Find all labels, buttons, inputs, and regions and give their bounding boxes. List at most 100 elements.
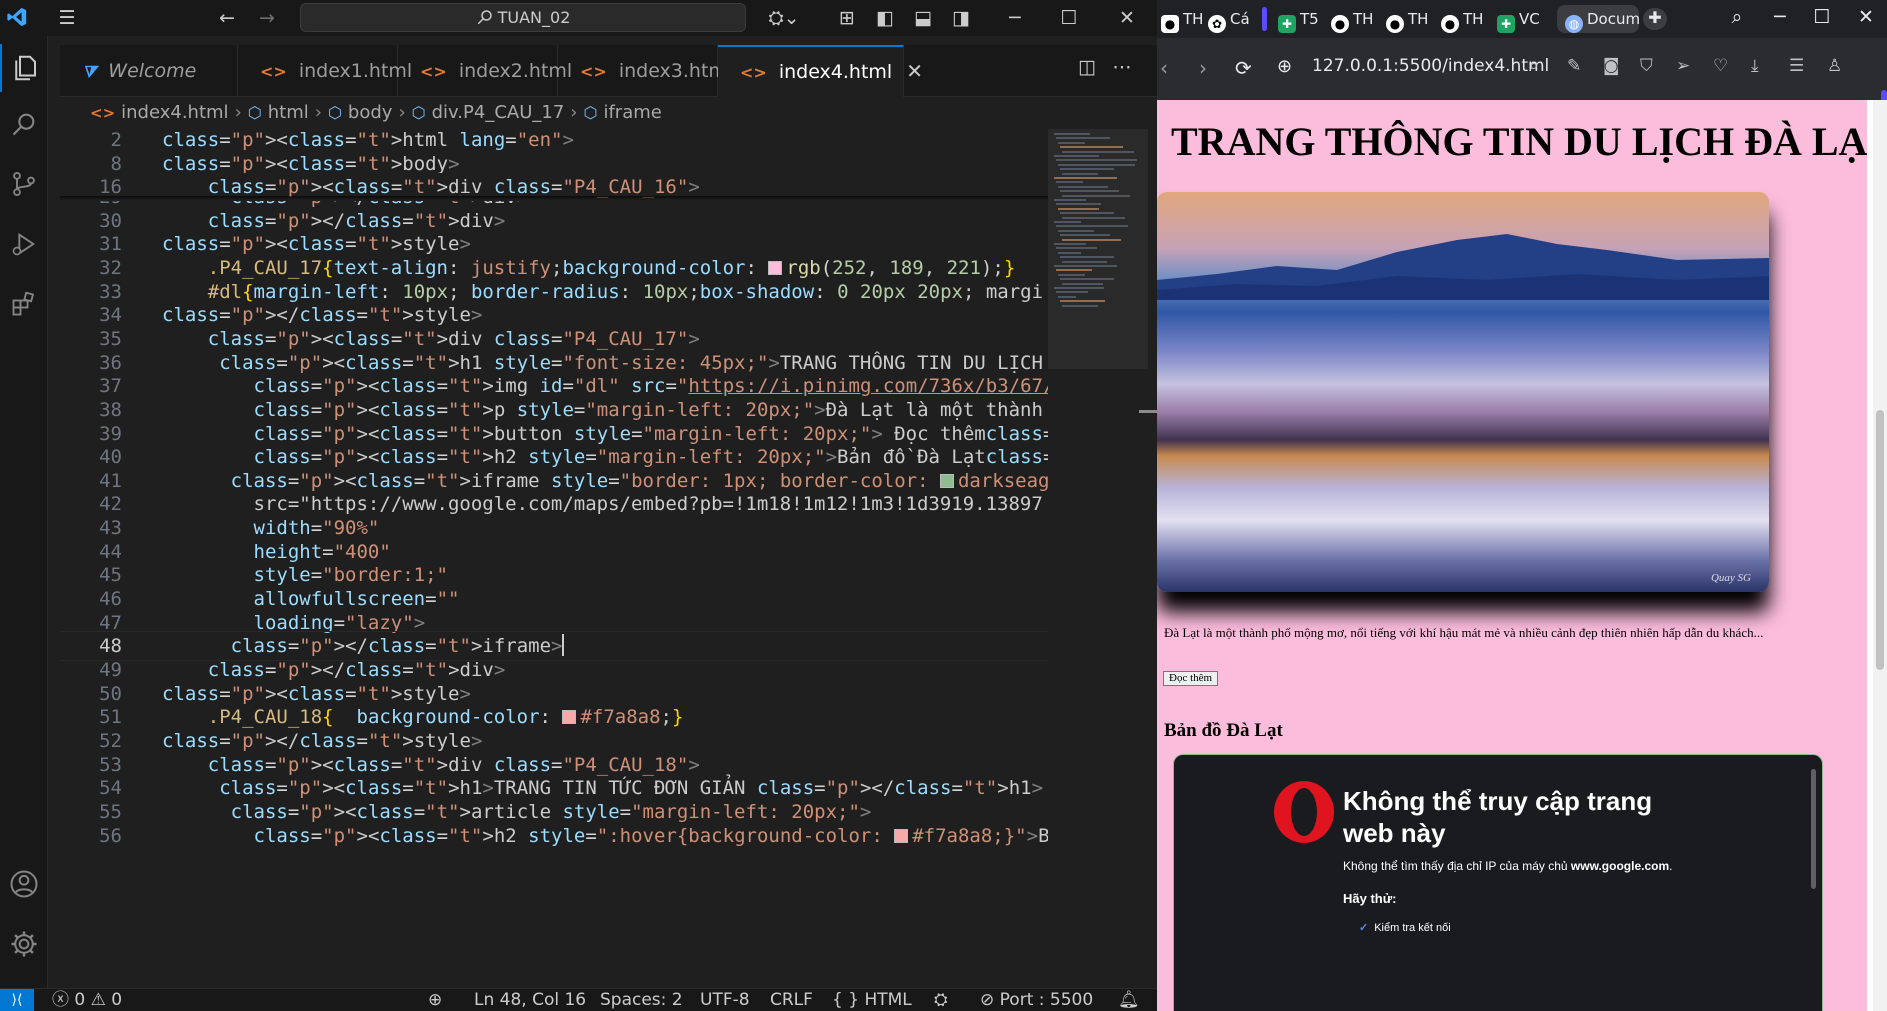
search-icon[interactable]: ⌕ bbox=[1529, 56, 1539, 76]
iframe-scrollbar[interactable] bbox=[1811, 769, 1816, 889]
tab-index4[interactable]: <> index4.html ✕ bbox=[718, 45, 923, 97]
url-field[interactable]: 127.0.0.1:5500/index4.html bbox=[1312, 56, 1549, 76]
cursor-position[interactable]: Ln 48, Col 16 bbox=[474, 989, 586, 1011]
tab-index2[interactable]: <> index2.html bbox=[398, 45, 572, 97]
profile-icon[interactable]: ♙ bbox=[1827, 56, 1842, 76]
tab-index3[interactable]: <> index3.html bbox=[558, 45, 732, 97]
read-more-button[interactable]: Đọc thêm bbox=[1163, 671, 1219, 686]
minimap-line bbox=[1058, 207, 1099, 210]
sheets-icon: ✚ bbox=[1497, 15, 1515, 33]
page-title: TRANG THÔNG TIN DU LỊCH ĐÀ LẠT bbox=[1171, 119, 1873, 164]
error-count: 0 bbox=[74, 990, 86, 1010]
minimap[interactable] bbox=[1048, 129, 1148, 987]
title-bar: ☰ ← → TUAN_02 ⛭⌄ ⊞ ◧ ⬓ ◨ ─ ☐ ✕ bbox=[0, 0, 1157, 36]
heart-icon[interactable]: ♡ bbox=[1713, 56, 1728, 76]
browser-tab-label: VC bbox=[1519, 10, 1540, 28]
breadcrumb-item[interactable]: html bbox=[268, 102, 309, 123]
live-server-port[interactable]: ⊘ Port : 5500 bbox=[980, 989, 1093, 1011]
easy-setup-icon[interactable]: ☰ bbox=[1789, 56, 1804, 76]
forward-arrow-icon[interactable]: → bbox=[252, 6, 282, 30]
camera-icon[interactable]: ◙ bbox=[1603, 56, 1620, 76]
split-editor-icon[interactable]: ◫ bbox=[1072, 55, 1102, 79]
browser-tab[interactable]: ✚ T5 bbox=[1274, 5, 1319, 33]
browser-tab[interactable]: ● TH bbox=[1327, 5, 1373, 33]
element-icon: ⬡ bbox=[411, 103, 426, 122]
back-arrow-icon[interactable]: ← bbox=[212, 6, 242, 30]
notifications-icon[interactable]: 🔔︎ bbox=[1118, 989, 1140, 1011]
command-center-search[interactable]: TUAN_02 bbox=[300, 3, 746, 32]
browser-tab-active[interactable]: ◍ Docum bbox=[1557, 5, 1639, 33]
toggle-primary-sidebar-icon[interactable]: ◧ bbox=[870, 6, 900, 30]
error-title: Không thể truy cập trang web này bbox=[1343, 786, 1653, 848]
browser-tab[interactable]: ✿ Cá bbox=[1204, 5, 1250, 33]
gear-icon[interactable] bbox=[0, 920, 48, 968]
color-swatch[interactable] bbox=[894, 828, 909, 843]
maximize-icon[interactable]: ☐ bbox=[1054, 6, 1084, 30]
toggle-panel-icon[interactable]: ⬓ bbox=[908, 6, 938, 30]
color-swatch[interactable] bbox=[939, 473, 954, 488]
site-info-icon[interactable]: ⊕ bbox=[1277, 56, 1292, 77]
tab-index1[interactable]: <> index1.html bbox=[238, 45, 412, 97]
problems-indicator[interactable]: ⓧ 0 ⚠ 0 bbox=[52, 989, 122, 1011]
breadcrumb-item[interactable]: body bbox=[348, 102, 393, 123]
shield-icon[interactable]: ⛉ bbox=[1640, 56, 1653, 76]
browser-tab[interactable]: ● TH bbox=[1157, 5, 1203, 33]
breadcrumb-item[interactable]: iframe bbox=[603, 102, 661, 123]
remote-indicator-icon[interactable]: ⟩⟨ bbox=[0, 989, 34, 1011]
edit-icon[interactable]: ✎ bbox=[1567, 56, 1581, 76]
close-window-icon[interactable]: ✕ bbox=[1851, 6, 1881, 28]
line-ending[interactable]: CRLF bbox=[770, 989, 813, 1011]
customize-layout-icon[interactable]: ⊞ bbox=[832, 6, 862, 30]
search-icon[interactable] bbox=[0, 100, 48, 148]
minimize-icon[interactable]: ─ bbox=[1765, 6, 1795, 28]
zoom-icon[interactable]: ⊕ bbox=[428, 989, 442, 1011]
chevron-right-icon: › bbox=[234, 102, 242, 123]
toggle-secondary-sidebar-icon[interactable]: ◨ bbox=[946, 6, 976, 30]
html-file-icon: <> bbox=[260, 62, 287, 81]
browser-tab[interactable]: ✚ VC bbox=[1493, 5, 1540, 33]
browser-tab[interactable]: ● TH bbox=[1437, 5, 1483, 33]
language-mode[interactable]: { } HTML bbox=[832, 989, 912, 1011]
color-swatch[interactable] bbox=[768, 260, 783, 275]
code-editor[interactable]: 29 class="p"></class="t">div>30 class="p… bbox=[60, 129, 1048, 987]
extensions-icon[interactable] bbox=[0, 280, 48, 328]
breadcrumb-item[interactable]: div.P4_CAU_17 bbox=[432, 102, 565, 123]
breadcrumb-item[interactable]: index4.html bbox=[121, 102, 228, 123]
copilot-status-icon[interactable]: ⛭ bbox=[934, 989, 948, 1011]
code-line[interactable]: 56 class="p"><class="t">h2 style=":hover… bbox=[60, 822, 1048, 850]
more-actions-icon[interactable]: ⋯ bbox=[1107, 55, 1137, 79]
page-scrollbar-thumb[interactable] bbox=[1876, 410, 1884, 670]
language-label: HTML bbox=[864, 990, 912, 1010]
back-icon[interactable]: ‹ bbox=[1160, 56, 1168, 80]
photo-signature: Quay SG bbox=[1710, 572, 1751, 584]
run-debug-icon[interactable] bbox=[0, 220, 48, 268]
vscode-logo-icon: ⧩ bbox=[82, 62, 97, 81]
forward-icon[interactable]: › bbox=[1199, 56, 1207, 80]
new-tab-icon[interactable]: ✚ bbox=[1643, 8, 1667, 30]
menu-icon[interactable]: ☰ bbox=[52, 6, 82, 30]
close-window-icon[interactable]: ✕ bbox=[1112, 6, 1142, 30]
status-bar: ⟩⟨ ⓧ 0 ⚠ 0 ⊕ Ln 48, Col 16 Spaces: 2 UTF… bbox=[0, 988, 1157, 1011]
indentation[interactable]: Spaces: 2 bbox=[600, 989, 683, 1011]
search-tabs-icon[interactable]: ⌕ bbox=[1722, 6, 1752, 28]
download-icon[interactable]: ⤓ bbox=[1751, 56, 1759, 76]
close-tab-icon[interactable]: ✕ bbox=[906, 59, 923, 83]
reload-icon[interactable]: ⟳ bbox=[1235, 56, 1252, 80]
block-icon: ⊘ bbox=[980, 990, 995, 1010]
workspace-indicator bbox=[1262, 7, 1267, 31]
explorer-icon[interactable] bbox=[0, 44, 48, 92]
browser-tab[interactable]: ● TH bbox=[1382, 5, 1428, 33]
source-control-icon[interactable] bbox=[0, 160, 48, 208]
map-iframe[interactable]: Không thể truy cập trang web này Không t… bbox=[1173, 754, 1823, 1011]
maximize-icon[interactable]: ☐ bbox=[1807, 6, 1837, 28]
minimize-icon[interactable]: ─ bbox=[1000, 6, 1030, 30]
minimap-line bbox=[1060, 234, 1110, 237]
send-icon[interactable]: ➢ bbox=[1676, 56, 1690, 76]
encoding[interactable]: UTF-8 bbox=[700, 989, 750, 1011]
color-swatch[interactable] bbox=[562, 710, 577, 725]
copilot-icon[interactable]: ⛭⌄ bbox=[762, 6, 806, 30]
tab-welcome[interactable]: ⧩ Welcome bbox=[60, 45, 238, 97]
page-scrollbar[interactable] bbox=[1873, 100, 1887, 1011]
minimap-line bbox=[1062, 194, 1130, 197]
account-icon[interactable] bbox=[0, 860, 48, 908]
